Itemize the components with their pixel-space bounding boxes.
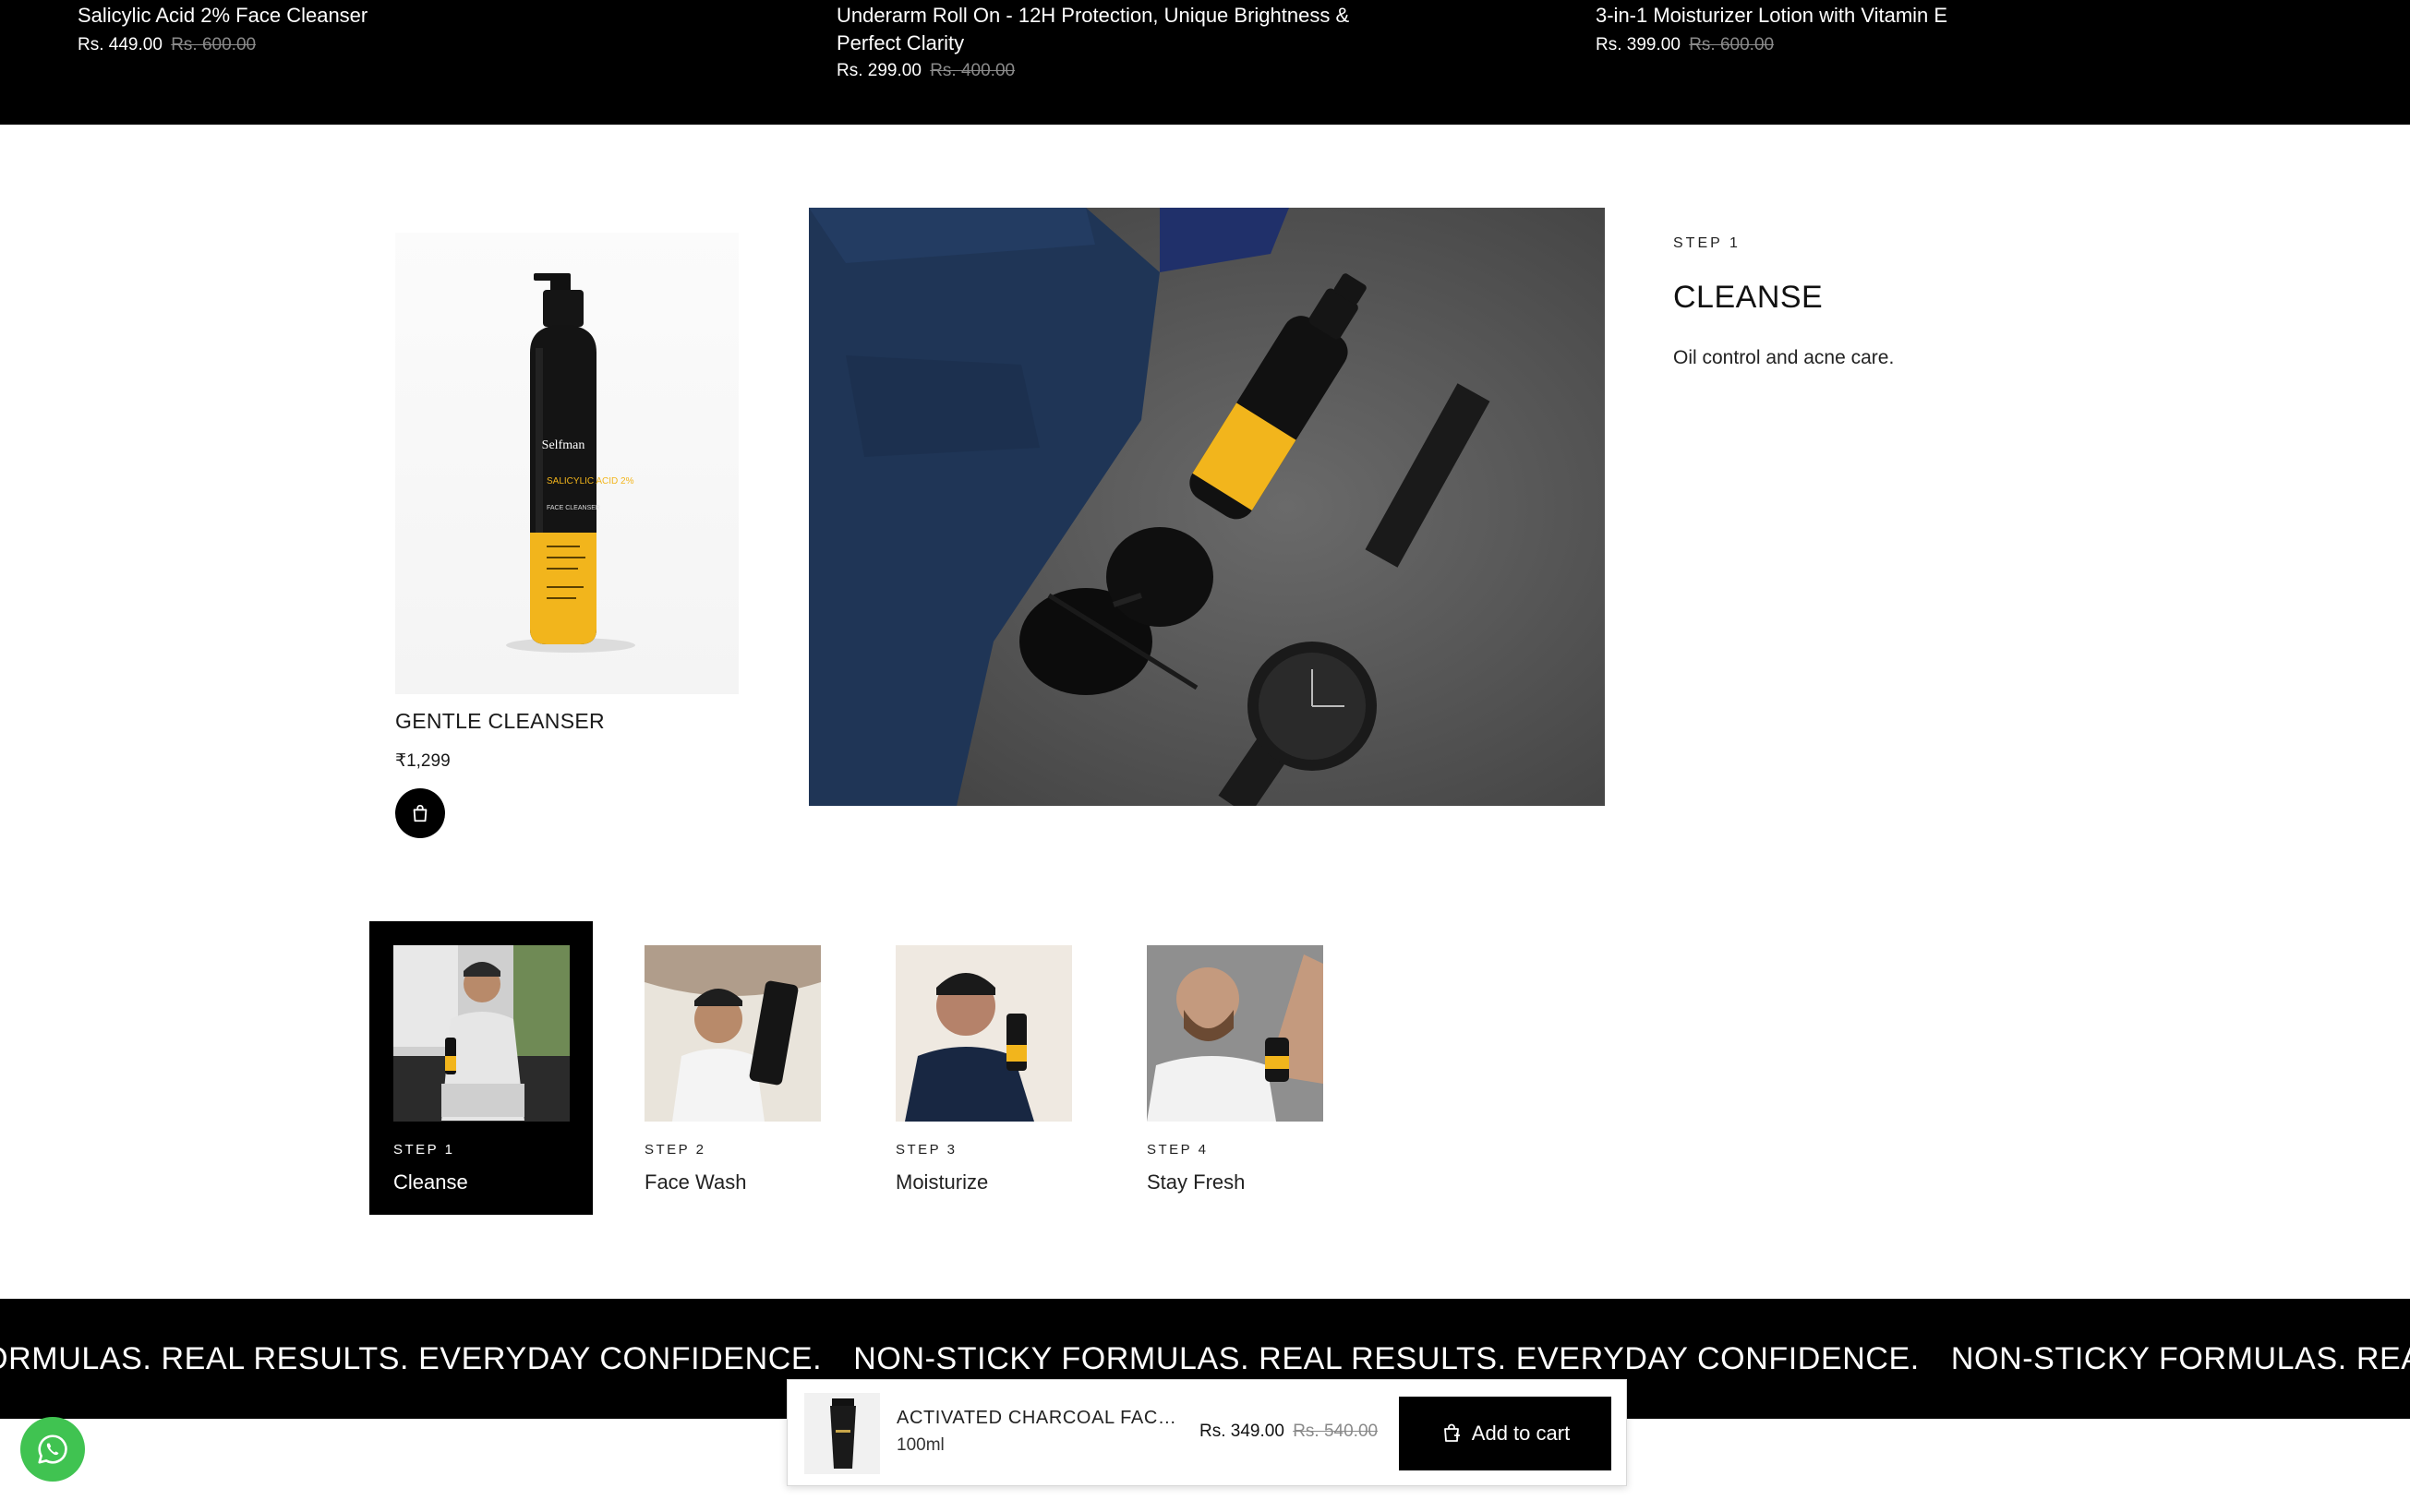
top-product-old-price: Rs. 400.00 [930,61,1016,80]
routine-steps: STEP 1 Cleanse STEP 2 Face Wash STEP 3 M… [369,921,1374,1215]
man-moisturize-photo [896,945,1072,1122]
top-product-price-row: Rs. 399.00 Rs. 600.00 [1596,35,2168,55]
step-description: Oil control and acne care. [1673,347,1895,368]
top-product-2[interactable]: Underarm Roll On - 12H Protection, Uniqu… [837,0,1391,81]
charcoal-tube-illustration [830,1398,856,1469]
sticky-product-thumbnail [804,1393,880,1474]
product-image[interactable]: Selfman SALICYLIC ACID 2% FACE CLEANSER [395,233,739,694]
step-tab-cleanse[interactable]: STEP 1 Cleanse [369,921,593,1215]
top-product-3[interactable]: 3-in-1 Moisturizer Lotion with Vitamin E… [1596,0,2168,55]
top-product-name[interactable]: 3-in-1 Moisturizer Lotion with Vitamin E [1596,0,2168,30]
step-info: STEP 1 CLEANSE Oil control and acne care… [1673,235,2135,369]
add-to-cart-button[interactable]: Add to cart [1399,1397,1611,1470]
step-name: Moisturize [896,1170,989,1194]
step-label: STEP 3 [896,1142,958,1158]
step-thumbnail [896,945,1072,1122]
bottle-sub-text: FACE CLEANSER [547,505,600,511]
step-name: Stay Fresh [1147,1170,1246,1194]
top-product-price-row: Rs. 299.00 Rs. 400.00 [837,61,1391,81]
whatsapp-icon [38,1434,67,1464]
bottle-label-text: SALICYLIC ACID 2% [547,476,634,486]
step-label: STEP 2 [645,1142,706,1158]
man-face-wash-photo [645,945,821,1122]
marquee-text: NON-STICKY FORMULAS. REAL RESULTS. EVERY… [853,1341,1920,1376]
step-tab-stay-fresh[interactable]: STEP 4 Stay Fresh [1123,921,1346,1215]
top-product-1[interactable]: Salicylic Acid 2% Face Cleanser Rs. 449.… [78,0,650,55]
top-product-name[interactable]: Underarm Roll On - 12H Protection, Uniqu… [837,0,1391,57]
step-thumbnail [1147,945,1323,1122]
sticky-price: Rs. 349.00 [1199,1422,1284,1441]
bottle-brand-text: Selfman [542,438,585,452]
top-product-old-price: Rs. 600.00 [171,35,257,54]
featured-product-card: Selfman SALICYLIC ACID 2% FACE CLEANSER … [395,233,739,838]
step-label: STEP 4 [1147,1142,1209,1158]
top-product-price: Rs. 299.00 [837,61,922,80]
sticky-product-size: 100ml [897,1435,945,1455]
cleanser-bottle-illustration: Selfman SALICYLIC ACID 2% FACE CLEANSER [506,273,635,653]
top-product-name[interactable]: Salicylic Acid 2% Face Cleanser [78,0,650,30]
step-tab-moisturize[interactable]: STEP 3 Moisturize [872,921,1095,1215]
marquee-text: Y FORMULAS. REAL RESULTS. EVERYDAY CONFI… [0,1341,823,1376]
step-tab-face-wash[interactable]: STEP 2 Face Wash [621,921,844,1215]
marquee-text: NON-STICKY FORMULAS. REAL [1950,1341,2410,1376]
step-name: Cleanse [393,1170,468,1194]
cart-plus-icon [1443,1423,1460,1442]
step-thumbnail [645,945,821,1122]
man-underarm-photo [1147,945,1323,1122]
step-thumbnail [393,945,570,1122]
sticky-old-price: Rs. 540.00 [1293,1422,1379,1441]
add-to-cart-label: Add to cart [1471,1422,1571,1445]
sticky-product-name: ACTIVATED CHARCOAL FACE ... [897,1408,1183,1428]
step-eyebrow: STEP 1 [1673,235,1741,251]
product-name[interactable]: GENTLE CLEANSER [395,709,739,734]
whatsapp-chat-button[interactable] [20,1417,85,1482]
shopping-bag-icon [413,804,428,822]
flatlay-photo-illustration [809,208,1605,806]
step-title: CLEANSE [1673,280,1824,315]
product-price: ₹1,299 [395,751,451,771]
top-product-price-row: Rs. 449.00 Rs. 600.00 [78,35,650,55]
man-seated-photo [393,945,570,1122]
top-product-price: Rs. 399.00 [1596,35,1681,54]
add-to-bag-button[interactable] [395,788,445,838]
top-product-old-price: Rs. 600.00 [1689,35,1775,54]
top-product-strip: Salicylic Acid 2% Face Cleanser Rs. 449.… [0,0,2410,125]
step-label: STEP 1 [393,1142,455,1158]
top-product-price: Rs. 449.00 [78,35,163,54]
lifestyle-hero-image [809,208,1605,806]
sticky-add-to-cart-bar: ACTIVATED CHARCOAL FACE ... 100ml Rs. 34… [787,1379,1627,1486]
sticky-price-row: Rs. 349.00 Rs. 540.00 [1199,1422,1378,1442]
step-name: Face Wash [645,1170,747,1194]
